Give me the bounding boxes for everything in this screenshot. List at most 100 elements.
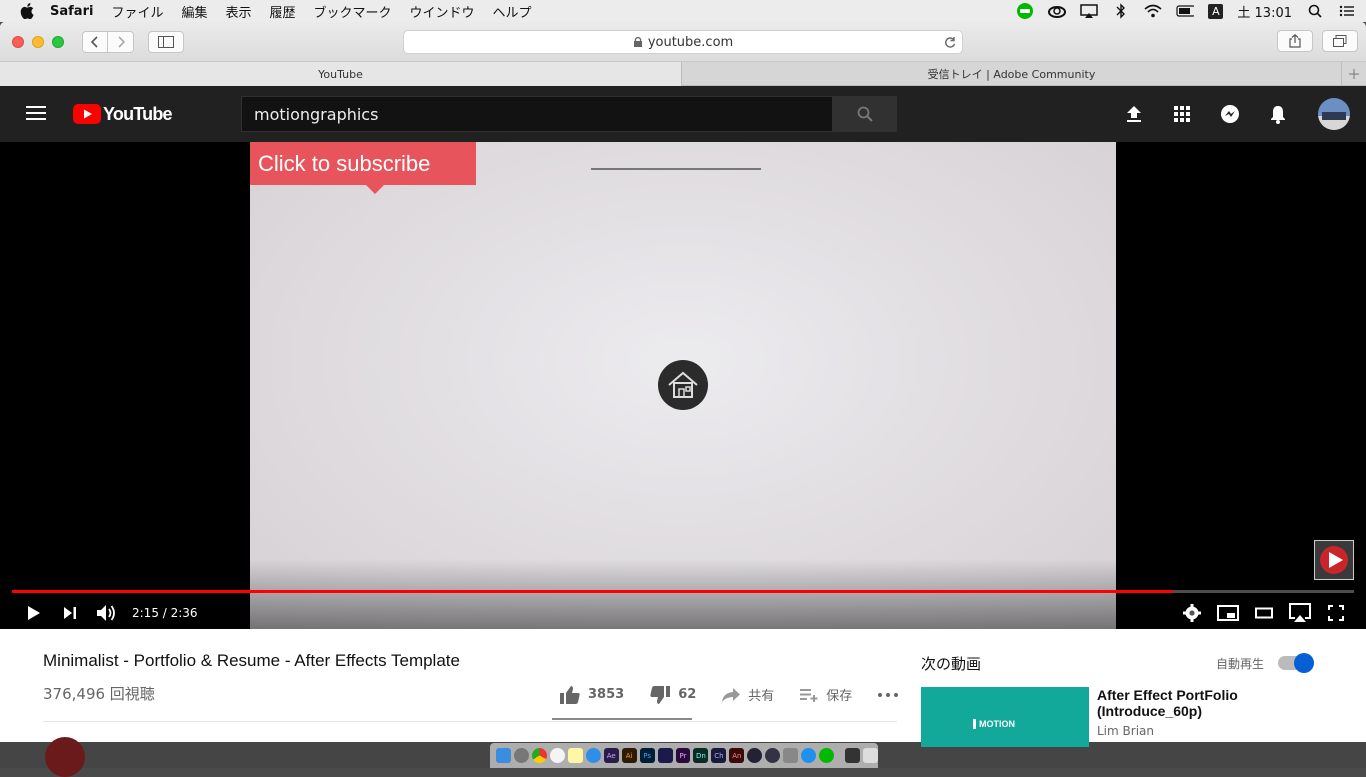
dislike-button[interactable]: 62 [650, 685, 696, 704]
like-button[interactable]: 3853 [560, 685, 625, 704]
next-video-channel[interactable]: Lim Brian [1097, 724, 1154, 738]
subscribe-annotation[interactable]: Click to subscribe [250, 142, 476, 194]
tab-adobe-community[interactable]: 受信トレイ | Adobe Community [682, 62, 1342, 86]
input-source-indicator[interactable]: A [1208, 3, 1224, 19]
share-button[interactable] [1277, 30, 1313, 52]
reload-icon[interactable] [944, 36, 956, 48]
chevron-left-icon [91, 35, 98, 48]
video-player[interactable]: Click to subscribe 2:15 / 2:36 [0, 142, 1366, 629]
character-animator-icon[interactable]: Ch [711, 748, 727, 763]
screenshot-folder-icon[interactable] [845, 748, 861, 763]
tab-label: YouTube [318, 67, 363, 81]
new-tab-button[interactable] [1342, 62, 1366, 86]
dimension-icon[interactable]: Dn [693, 748, 709, 763]
tab-overview-button[interactable] [1322, 30, 1358, 52]
safari-icon[interactable] [585, 748, 601, 763]
channel-logo-icon [1320, 546, 1348, 574]
line-dock-icon[interactable] [819, 748, 835, 763]
next-video-thumbnail[interactable]: MOTION [921, 687, 1089, 747]
battery-icon[interactable] [1176, 3, 1195, 19]
line-app-icon[interactable] [1016, 3, 1034, 19]
animate-icon[interactable]: An [729, 748, 745, 763]
blender-icon[interactable] [765, 748, 781, 763]
autoplay-toggle[interactable] [1278, 653, 1314, 673]
user-avatar[interactable] [1302, 98, 1366, 130]
mute-button[interactable] [88, 597, 124, 629]
menu-edit[interactable]: 編集 [181, 2, 207, 21]
play-button[interactable] [16, 597, 52, 629]
menu-help[interactable]: ヘルプ [493, 2, 532, 21]
media-encoder-icon[interactable] [657, 748, 673, 763]
upload-icon[interactable] [1110, 105, 1158, 123]
apps-grid-icon[interactable] [1158, 106, 1206, 122]
gear-icon [1183, 604, 1201, 622]
notifications-bell-icon[interactable] [1254, 105, 1302, 124]
notification-center-icon[interactable] [1338, 3, 1356, 19]
cinema4d-icon[interactable] [747, 748, 763, 763]
miniplayer-button[interactable] [1210, 597, 1246, 629]
settings-button[interactable] [1174, 597, 1210, 629]
creative-cloud-icon[interactable] [1048, 3, 1067, 19]
airplay-button[interactable] [1282, 597, 1318, 629]
photoshop-icon[interactable]: Ps [639, 748, 655, 763]
avatar-image-icon [1318, 98, 1350, 130]
search-button[interactable] [832, 96, 897, 132]
time-display: 2:15 / 2:36 [132, 606, 198, 620]
close-window-button[interactable] [12, 35, 24, 48]
youtube-logo[interactable]: YouTube [73, 104, 173, 125]
input-source-label: A [1212, 4, 1220, 18]
forward-button[interactable] [108, 30, 134, 53]
play-icon [28, 606, 40, 620]
zoom-window-button[interactable] [52, 35, 64, 48]
bluetooth-icon[interactable] [1112, 3, 1130, 19]
next-button[interactable] [52, 597, 88, 629]
more-actions-button[interactable] [878, 692, 899, 697]
notes-icon[interactable] [567, 748, 583, 763]
itunes-icon[interactable] [549, 748, 565, 763]
menu-view[interactable]: 表示 [225, 2, 251, 21]
minimize-window-button[interactable] [32, 35, 44, 48]
autoplay-toggle-knob [1294, 653, 1314, 673]
hamburger-menu-icon[interactable] [26, 105, 46, 124]
next-video-title[interactable]: After Effect PortFolio (Introduce_60p) [1097, 687, 1297, 719]
menu-file[interactable]: ファイル [111, 2, 163, 21]
address-bar[interactable]: youtube.com [403, 30, 963, 54]
menu-app-name[interactable]: Safari [50, 4, 93, 19]
menu-bookmarks[interactable]: ブックマーク [314, 2, 392, 21]
sidebar-toggle-button[interactable] [148, 30, 184, 53]
chrome-icon[interactable] [531, 748, 547, 763]
spotlight-search-icon[interactable] [1306, 3, 1324, 19]
menubar-clock[interactable]: 土 13:01 [1237, 2, 1292, 21]
endcard-channel-logo[interactable] [1314, 540, 1354, 580]
back-button[interactable] [82, 30, 108, 53]
share-icon [1289, 34, 1301, 48]
premiere-icon[interactable]: Pr [675, 748, 691, 763]
tab-youtube[interactable]: YouTube [0, 62, 682, 86]
thumbs-down-icon [650, 685, 671, 704]
menu-window[interactable]: ウインドウ [410, 2, 475, 21]
system-preferences-icon[interactable] [783, 748, 799, 763]
trash-icon[interactable] [863, 748, 879, 763]
menu-history[interactable]: 履歴 [269, 2, 295, 21]
fullscreen-button[interactable] [1318, 597, 1354, 629]
search-input[interactable]: motiongraphics [241, 96, 833, 132]
like-count: 3853 [588, 687, 625, 702]
apple-menu-icon[interactable] [18, 2, 36, 20]
subscribe-text: Click to subscribe [258, 150, 431, 176]
theater-mode-button[interactable] [1246, 597, 1282, 629]
home-icon [658, 360, 708, 410]
illustrator-icon[interactable]: Ai [621, 748, 637, 763]
airplay-icon[interactable] [1080, 3, 1099, 19]
channel-avatar[interactable] [45, 737, 85, 777]
launchpad-icon[interactable] [513, 748, 529, 763]
messages-icon[interactable] [1206, 104, 1254, 124]
save-to-playlist-button[interactable]: 保存 [800, 685, 852, 704]
after-effects-icon[interactable]: Ae [603, 748, 619, 763]
wifi-icon[interactable] [1144, 3, 1162, 19]
youtube-header: YouTube motiongraphics [0, 86, 1366, 142]
finder-icon[interactable] [496, 748, 511, 763]
progress-bar[interactable] [12, 590, 1354, 593]
share-video-button[interactable]: 共有 [722, 685, 774, 704]
video-line-graphic [591, 168, 761, 170]
app-store-icon[interactable] [801, 748, 817, 763]
